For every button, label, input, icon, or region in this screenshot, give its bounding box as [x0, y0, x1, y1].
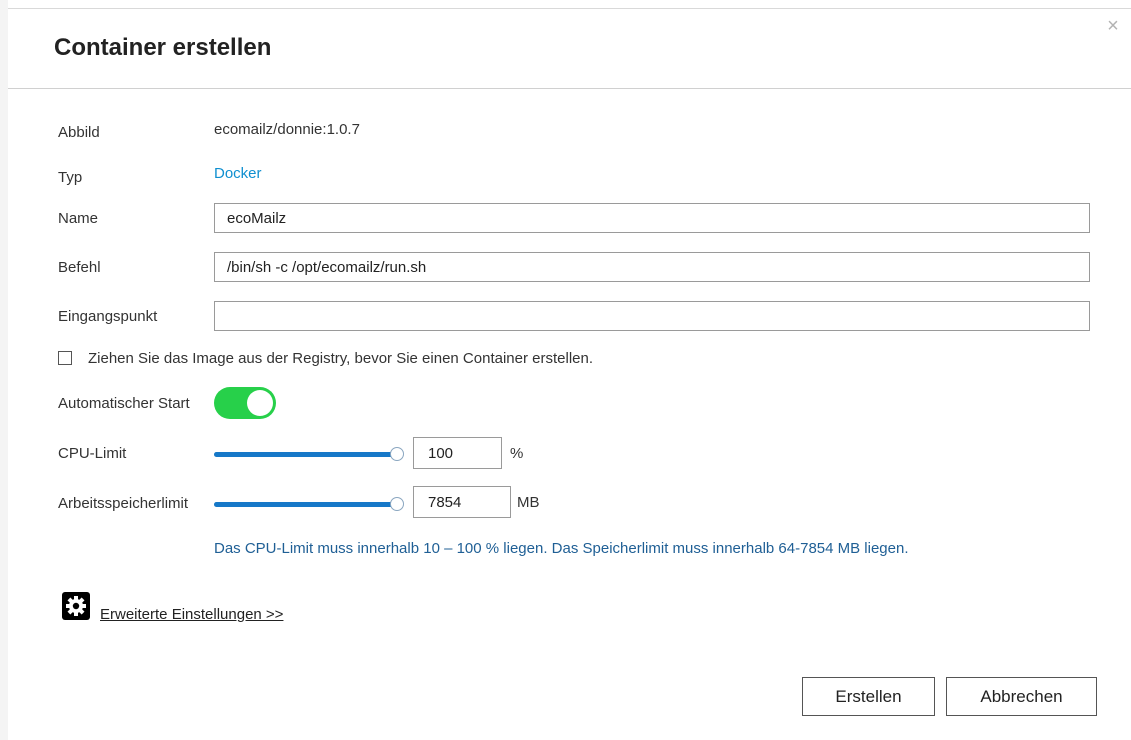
cpu-limit-input[interactable]	[413, 437, 502, 469]
type-value: Docker	[214, 165, 262, 182]
memory-limit-input[interactable]	[413, 486, 511, 518]
name-input[interactable]	[214, 203, 1090, 233]
cpu-limit-slider[interactable]	[214, 447, 404, 461]
close-icon[interactable]: ×	[1105, 16, 1121, 36]
memory-limit-slider[interactable]	[214, 497, 404, 511]
command-label: Befehl	[58, 259, 101, 276]
cpu-limit-unit: %	[510, 445, 524, 462]
autostart-toggle[interactable]	[214, 387, 276, 419]
cpu-limit-label: CPU-Limit	[58, 445, 127, 462]
name-label: Name	[58, 210, 99, 227]
toggle-knob	[247, 390, 273, 416]
memory-limit-label: Arbeitsspeicherlimit	[58, 495, 189, 512]
header-divider	[8, 88, 1131, 89]
entrypoint-input[interactable]	[214, 301, 1090, 331]
pull-image-checkbox[interactable]	[58, 351, 72, 365]
gear-icon[interactable]	[62, 592, 90, 620]
entrypoint-label: Eingangspunkt	[58, 308, 158, 325]
pull-image-label: Ziehen Sie das Image aus der Registry, b…	[88, 350, 593, 367]
memory-slider-thumb[interactable]	[390, 497, 404, 511]
dialog-left-edge	[0, 0, 8, 740]
autostart-label: Automatischer Start	[58, 395, 190, 412]
dialog-title: Container erstellen	[54, 34, 272, 61]
advanced-settings-link[interactable]: Erweiterte Einstellungen >>	[100, 606, 283, 623]
cancel-button[interactable]: Abbrechen	[946, 677, 1097, 716]
cpu-slider-thumb[interactable]	[390, 447, 404, 461]
limits-hint: Das CPU-Limit muss innerhalb 10 – 100 % …	[214, 540, 909, 557]
image-label: Abbild	[58, 124, 100, 141]
image-value: ecomailz/donnie:1.0.7	[214, 121, 360, 138]
command-input[interactable]	[214, 252, 1090, 282]
memory-limit-unit: MB	[517, 494, 540, 511]
memory-slider-fill	[214, 502, 396, 507]
type-label: Typ	[58, 169, 83, 186]
create-button[interactable]: Erstellen	[802, 677, 935, 716]
top-divider	[8, 8, 1131, 9]
cpu-slider-fill	[214, 452, 396, 457]
create-container-dialog: Container erstellen × Abbild ecomailz/do…	[0, 0, 1131, 740]
